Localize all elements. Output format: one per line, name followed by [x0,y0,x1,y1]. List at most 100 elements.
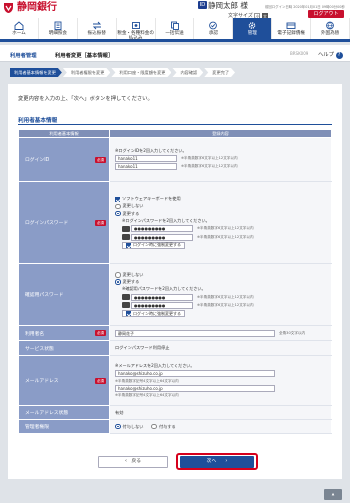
top-bar: 静岡銀行 ID 静岡太郎 様 前回ログイン日時 2020年01月01日 09時00… [0,0,350,19]
nav-item-transfer[interactable]: 振込振替 [78,18,117,39]
keyboard-icon[interactable] [122,294,130,301]
software-keyboard-checkbox[interactable]: ソフトウェアキーボードを使用 [115,196,326,202]
table-row: ログインパスワード 必須 ソフトウェアキーボードを使用 変更しない 変更する ※… [18,181,332,264]
login-password-option-no[interactable]: 変更しない [115,203,326,210]
nav-item-electronic-claim[interactable]: 電子記録債権 [272,18,312,39]
option-label: 付与しない [122,423,144,429]
service-status-value: ログインパスワード利用停止 [109,340,332,356]
required-badge: 必須 [94,156,106,163]
option-label: 変更する [122,279,140,285]
help-icon: ? [335,52,343,59]
main-panel: 変更内容を入力の上、「次へ」ボタンを押してください。 利用者基本情報 利用者基本… [8,84,342,479]
logout-button[interactable]: ログアウト [308,10,344,18]
nav-item-approval[interactable]: 承認 [194,18,234,39]
breadcrumb[interactable]: 利用者管理 [10,51,37,59]
required-badge: 必須 [94,219,106,226]
login-password-confirm-input[interactable]: ●●●●●●●●● [131,233,193,241]
login-id-input[interactable]: hanako11 [115,154,177,162]
confirm-password-input[interactable]: ●●●●●●●●● [131,293,193,301]
login-id-note: ※ログインIDを2回入力してください。 [115,147,187,153]
bank-logo-icon [4,3,13,13]
back-arrow-icon: ‹ [124,459,127,464]
back-button[interactable]: ‹ 戻る [98,456,168,468]
email-input[interactable]: hanako@shizuho.co.jp [115,370,275,378]
step-indicator: 利用者基本情報を変更 利用者権限を変更 利用口座・限度額を変更 内容確認 変更完… [10,68,236,77]
checkbox-checked-icon [126,242,131,248]
radio-selected-icon [115,423,121,430]
login-password-confirm-hint: ※半角英数字6文字以上12文字以内 [197,234,254,239]
user-name-label: 利用者名 [25,331,45,337]
login-password-option-yes[interactable]: 変更する [115,211,326,217]
keyboard-icon[interactable] [122,302,130,309]
user-name-hint: 全角30文字以内 [279,330,306,335]
table-row: メールアドレス 必須 ※メールアドレスを2回入力してください。 hanako@s… [18,355,332,406]
nav-label: 一括伝送 [165,31,184,36]
radio-selected-icon [115,210,121,217]
confirm-password-note: ※確認用パスワードを2回入力してください。 [122,286,206,292]
section-divider [18,124,332,125]
row-label-login-id: ログインID 必須 [18,137,110,182]
login-id-label: ログインID [25,158,50,163]
email-confirm-input[interactable]: hanako@shizuho.co.jp [115,384,275,392]
confirm-password-option-no[interactable]: 変更しない [115,272,326,278]
confirm-password-force-change-checkbox[interactable]: ログイン時に強制変更する [122,310,185,318]
nav-label: ホーム [12,31,26,36]
row-label-email-status: メールアドレス状態 [18,405,110,420]
login-id-confirm-input[interactable]: hanako11 [115,163,177,171]
nav-item-tax-payment[interactable]: 税金・各種料金の払込み [117,18,156,41]
page-top-button[interactable]: ▲ [324,489,342,500]
confirm-password-confirm-hint: ※半角英数字6文字以上12文字以内 [197,302,254,307]
required-badge: 必須 [94,377,106,384]
email-label: メールアドレス [25,379,59,384]
nav-item-statement[interactable]: 明細照会 [39,18,78,39]
email-note: ※メールアドレスを2回入力してください。 [115,362,195,368]
force-change-label: ログイン時に強制変更する [133,242,181,248]
nav-item-bulk-transmission[interactable]: 一括伝送 [156,18,195,39]
next-button[interactable]: 次へ › [180,456,254,468]
up-arrow-icon: ▲ [331,492,335,496]
next-label: 次へ [206,459,217,464]
confirm-password-option-yes[interactable]: 変更する [115,279,326,285]
help-link[interactable]: ヘルプ ? [318,50,343,59]
row-label-admin-privilege: 管理者権限 [18,419,110,434]
nav-label: 振込振替 [87,31,106,36]
keyboard-icon[interactable] [122,234,130,241]
radio-selected-icon [115,279,121,285]
nav-item-management[interactable]: 管理 [233,18,273,39]
keyboard-icon[interactable] [122,225,130,232]
confirm-password-confirm-input[interactable]: ●●●●●●●●● [131,301,193,309]
email-cell: ※メールアドレスを2回入力してください。 hanako@shizuho.co.j… [109,355,332,406]
step-5: 変更完了 [204,68,235,77]
table-row: 管理者権限 付与しない 付与する [18,419,332,434]
user-name-cell: 静岡花子 全角30文字以内 [109,325,332,341]
admin-privilege-label: 管理者権限 [25,425,49,430]
nav-item-home[interactable]: ホーム [0,18,39,39]
admin-privilege-option-no[interactable]: 付与しない [115,424,143,430]
user-name-input[interactable]: 静岡花子 [115,329,275,337]
email-confirm-hint: ※半角英数字記号4文字以上64文字以内 [115,393,179,398]
login-password-input[interactable]: ●●●●●●●●● [131,225,193,233]
tax-payment-icon [131,22,140,29]
forex-icon [326,21,334,30]
admin-privilege-option-yes[interactable]: 付与する [151,424,176,430]
statement-icon [54,21,62,30]
nav-item-forex[interactable]: 外国為替 [311,18,350,39]
bank-name: 静岡銀行 [17,2,57,13]
user-icon: ID [198,1,207,9]
step-1: 利用者基本情報を変更 [10,68,62,77]
page-title: 利用者変更［基本情報］ [55,53,114,59]
guide-text: 変更内容を入力の上、「次へ」ボタンを押してください。 [18,96,153,102]
footer [0,489,350,503]
email-status-value: 有効 [109,405,332,420]
login-password-force-change-checkbox[interactable]: ログイン時に強制変更する [122,241,185,249]
confirm-password-cell: 変更しない 変更する ※確認用パスワードを2回入力してください。 ●●●●●●●… [109,263,332,326]
row-label-login-password: ログインパスワード 必須 [18,181,110,264]
option-label: 変更しない [122,271,144,277]
transfer-icon [92,21,101,30]
row-label-service-status: サービス状態 [18,340,110,356]
nav-label: 外国為替 [320,31,340,36]
electronic-claim-icon [286,22,296,29]
login-id-cell: ※ログインIDを2回入力してください。 hanako11 ※半角英数字6文字以上… [109,137,332,182]
user-name: 静岡太郎 様 [208,1,248,10]
confirm-password-hint: ※半角英数字6文字以上12文字以内 [197,294,254,299]
